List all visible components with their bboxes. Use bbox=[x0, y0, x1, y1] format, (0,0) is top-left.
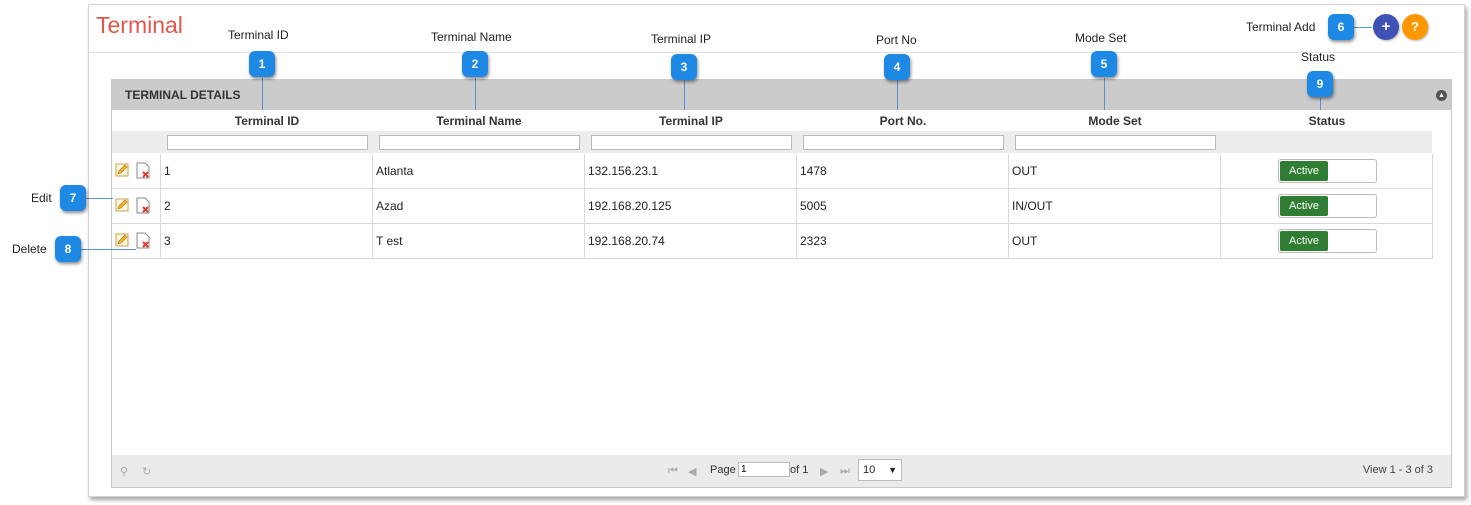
filter-terminal-ip[interactable] bbox=[591, 135, 792, 150]
cell-terminal-name: Atlanta bbox=[376, 164, 414, 178]
cell-terminal-id: 3 bbox=[164, 234, 171, 248]
cell-mode-set: OUT bbox=[1012, 234, 1038, 248]
column-header-port-no[interactable]: Port No. bbox=[798, 114, 1008, 128]
cell-mode-set: OUT bbox=[1012, 164, 1038, 178]
callout-badge-7: 7 bbox=[60, 185, 86, 211]
column-header-status[interactable]: Status bbox=[1222, 114, 1432, 128]
page-count-label: of 1 bbox=[790, 464, 809, 476]
callout-label-terminal-id: Terminal ID bbox=[228, 28, 289, 42]
page-title: Terminal bbox=[96, 12, 183, 38]
table-row[interactable]: 1 Atlanta 132.156.23.1 1478 OUT Active bbox=[112, 154, 1432, 189]
callout-label-delete: Delete bbox=[12, 242, 47, 256]
callout-badge-6: 6 bbox=[1328, 14, 1354, 40]
callout-leader bbox=[1354, 27, 1372, 28]
callout-badge-9: 9 bbox=[1307, 71, 1333, 97]
callout-label-terminal-add: Terminal Add bbox=[1246, 20, 1316, 34]
last-page-icon[interactable]: ⏭ bbox=[840, 465, 850, 478]
filter-mode-set[interactable] bbox=[1015, 135, 1216, 150]
collapse-icon[interactable]: ▲ bbox=[1436, 90, 1447, 101]
status-active-label: Active bbox=[1280, 196, 1328, 216]
cell-terminal-id: 1 bbox=[164, 164, 171, 178]
column-divider bbox=[160, 154, 161, 259]
cell-port-no: 2323 bbox=[800, 234, 827, 248]
callout-leader bbox=[80, 249, 136, 250]
panel-header: TERMINAL DETAILS ▲ bbox=[112, 80, 1451, 110]
cell-terminal-ip: 132.156.23.1 bbox=[588, 164, 659, 178]
terminal-details-panel: TERMINAL DETAILS ▲ Terminal ID Terminal … bbox=[111, 79, 1452, 488]
callout-label-terminal-ip: Terminal IP bbox=[651, 32, 712, 46]
callout-leader bbox=[85, 198, 113, 199]
page-label: Page bbox=[710, 464, 736, 476]
table-row[interactable]: 3 T est 192.168.20.74 2323 OUT Active bbox=[112, 224, 1432, 259]
records-summary: View 1 - 3 of 3 bbox=[1362, 464, 1433, 476]
page-size-value: 10 bbox=[863, 464, 876, 476]
chevron-down-icon: ▼ bbox=[888, 465, 897, 475]
first-page-icon[interactable]: ⏮ bbox=[668, 465, 678, 478]
edit-icon[interactable] bbox=[115, 233, 129, 247]
column-divider bbox=[584, 154, 585, 259]
status-toggle[interactable]: Active bbox=[1278, 229, 1377, 253]
filter-terminal-id[interactable] bbox=[167, 135, 368, 150]
cell-terminal-id: 2 bbox=[164, 199, 171, 213]
page-number-input[interactable] bbox=[738, 462, 790, 477]
cell-mode-set: IN/OUT bbox=[1012, 199, 1053, 213]
cell-terminal-name: Azad bbox=[376, 199, 404, 213]
cell-terminal-name: T est bbox=[376, 234, 403, 248]
table-row[interactable]: 2 Azad 192.168.20.125 5005 IN/OUT Active bbox=[112, 189, 1432, 224]
callout-label-terminal-name: Terminal Name bbox=[431, 30, 512, 44]
filter-terminal-name[interactable] bbox=[379, 135, 580, 150]
callout-badge-3: 3 bbox=[671, 54, 697, 80]
add-terminal-button[interactable]: + bbox=[1373, 14, 1399, 40]
cell-terminal-ip: 192.168.20.125 bbox=[588, 199, 672, 213]
refresh-icon[interactable]: ↻ bbox=[142, 465, 151, 478]
callout-leader bbox=[684, 80, 685, 110]
callout-leader bbox=[1320, 98, 1321, 110]
cell-port-no: 5005 bbox=[800, 199, 827, 213]
search-icon[interactable]: ⚲ bbox=[120, 465, 128, 478]
callout-label-port-no: Port No bbox=[876, 33, 917, 47]
callout-leader bbox=[1104, 78, 1105, 110]
cell-port-no: 1478 bbox=[800, 164, 827, 178]
column-header-mode-set[interactable]: Mode Set bbox=[1010, 114, 1220, 128]
delete-icon[interactable] bbox=[135, 232, 151, 249]
column-divider bbox=[1008, 154, 1009, 259]
callout-leader bbox=[475, 78, 476, 110]
edit-icon[interactable] bbox=[115, 198, 129, 212]
column-divider bbox=[372, 154, 373, 259]
column-divider bbox=[796, 154, 797, 259]
delete-icon[interactable] bbox=[135, 197, 151, 214]
status-toggle[interactable]: Active bbox=[1278, 159, 1377, 183]
status-active-label: Active bbox=[1280, 231, 1328, 251]
filter-port-no[interactable] bbox=[803, 135, 1004, 150]
column-header-terminal-id[interactable]: Terminal ID bbox=[162, 114, 372, 128]
callout-badge-4: 4 bbox=[884, 54, 910, 80]
help-button[interactable]: ? bbox=[1402, 14, 1428, 40]
edit-icon[interactable] bbox=[115, 163, 129, 177]
column-header-terminal-name[interactable]: Terminal Name bbox=[374, 114, 584, 128]
column-divider bbox=[1220, 154, 1221, 259]
pager-bar: ⚲ ↻ ⏮ ◀ Page of 1 ▶ ⏭ 10 ▼ View 1 - 3 of … bbox=[112, 455, 1451, 487]
callout-label-edit: Edit bbox=[31, 191, 52, 205]
column-divider bbox=[1432, 154, 1433, 259]
callout-badge-5: 5 bbox=[1091, 51, 1117, 77]
column-header-terminal-ip[interactable]: Terminal IP bbox=[586, 114, 796, 128]
next-page-icon[interactable]: ▶ bbox=[820, 465, 828, 478]
header-divider bbox=[89, 52, 1463, 53]
delete-icon[interactable] bbox=[135, 162, 151, 179]
callout-label-mode-set: Mode Set bbox=[1075, 31, 1127, 45]
callout-leader bbox=[262, 78, 263, 110]
callout-badge-8: 8 bbox=[55, 236, 81, 262]
status-toggle[interactable]: Active bbox=[1278, 194, 1377, 218]
callout-leader bbox=[897, 80, 898, 110]
page-size-select[interactable]: 10 ▼ bbox=[858, 459, 902, 481]
callout-badge-2: 2 bbox=[462, 51, 488, 77]
prev-page-icon[interactable]: ◀ bbox=[688, 465, 696, 478]
cell-terminal-ip: 192.168.20.74 bbox=[588, 234, 665, 248]
callout-badge-1: 1 bbox=[249, 51, 275, 77]
callout-label-status: Status bbox=[1301, 50, 1336, 64]
panel-title: TERMINAL DETAILS bbox=[125, 88, 241, 102]
status-active-label: Active bbox=[1280, 161, 1328, 181]
